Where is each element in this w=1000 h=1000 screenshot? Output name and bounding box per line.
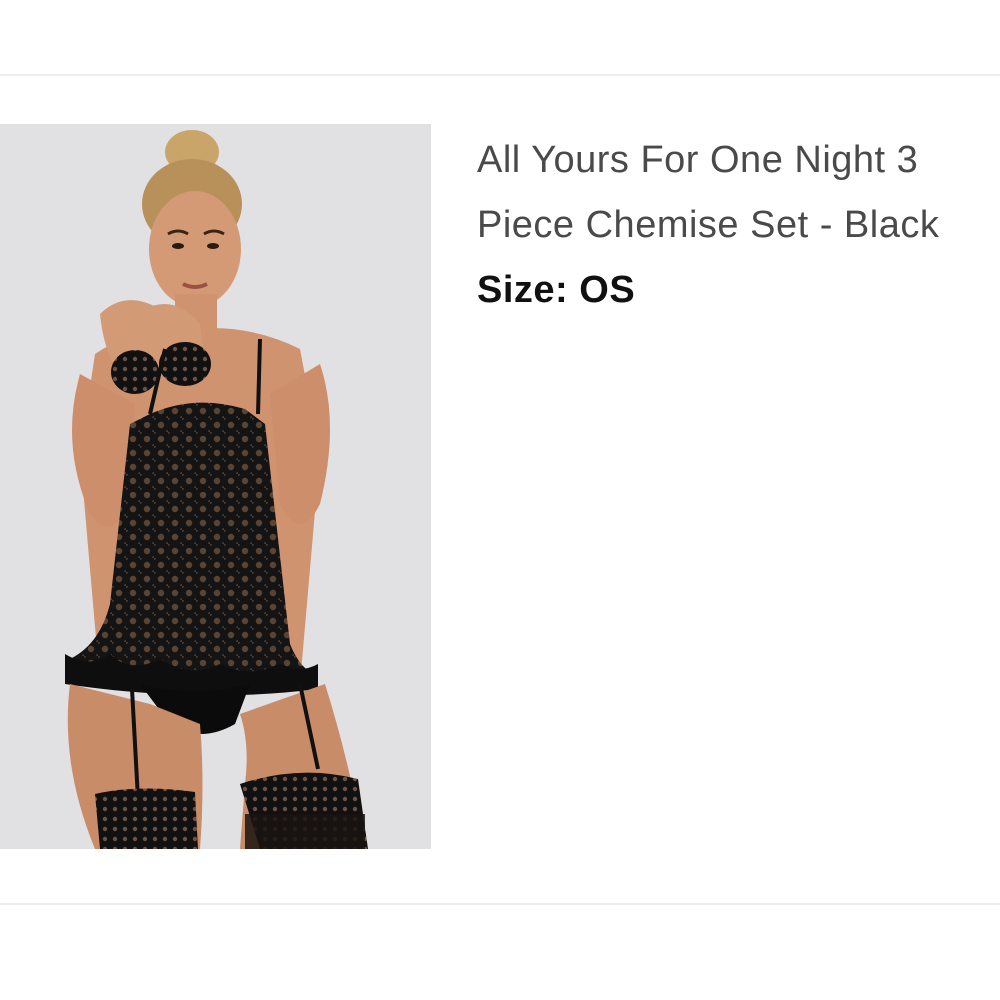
product-size: Size: OS <box>477 260 977 320</box>
product-listing-card: All Yours For One Night 3 Piece Chemise … <box>0 0 1000 1000</box>
size-value: OS <box>579 269 636 311</box>
size-label: Size: <box>477 269 569 311</box>
product-photo-icon <box>65 130 368 849</box>
product-title[interactable]: All Yours For One Night 3 Piece Chemise … <box>477 128 977 258</box>
top-divider <box>0 74 1000 76</box>
bottom-divider <box>0 903 1000 905</box>
product-info: All Yours For One Night 3 Piece Chemise … <box>477 128 977 320</box>
product-image[interactable] <box>0 124 431 849</box>
